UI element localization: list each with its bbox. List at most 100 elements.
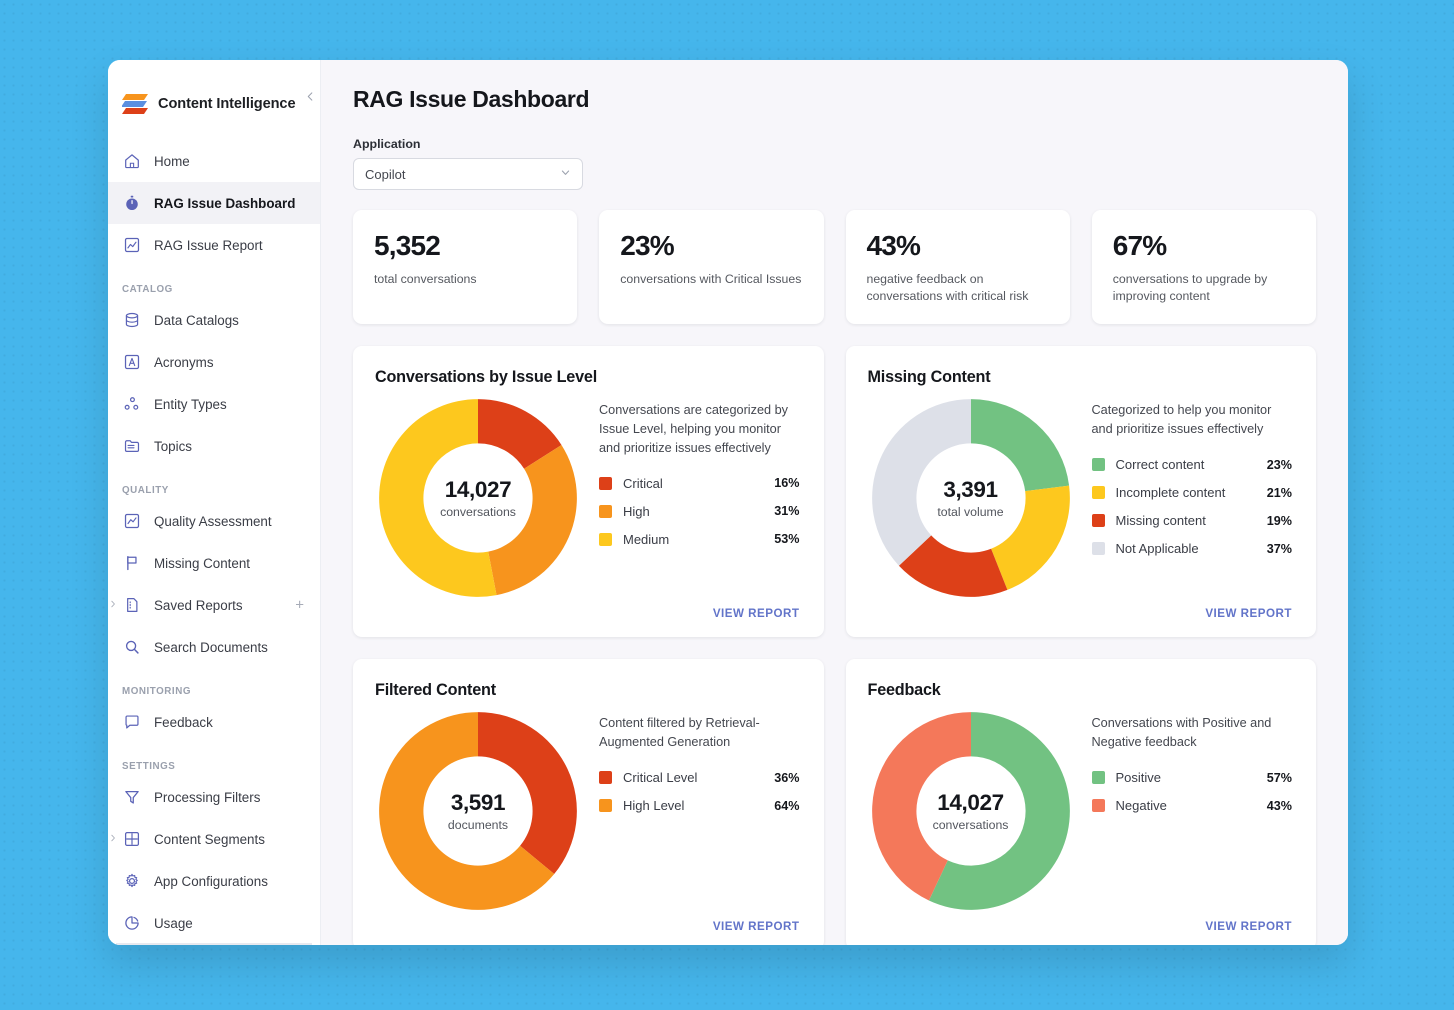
kpi-label: conversations with Critical Issues [620, 271, 802, 288]
sidebar-collapse-button[interactable] [302, 88, 318, 104]
legend-row: High31% [599, 497, 800, 525]
legend-swatch [599, 477, 612, 490]
legend-value: 23% [1267, 458, 1292, 472]
kpi-label: negative feedback on conversations with … [867, 271, 1049, 305]
sidebar-item-label: Quality Assessment [154, 514, 272, 529]
legend-label: Critical [623, 476, 774, 491]
kpi-card: 5,352 total conversations [353, 210, 577, 324]
donut-slice [478, 712, 577, 874]
view-report-link[interactable]: VIEW REPORT [713, 607, 800, 620]
app-window: Content Intelligence Home [108, 60, 1348, 945]
sidebar-item-quality-assessment[interactable]: Quality Assessment [108, 500, 320, 542]
sidebar-item-data-catalogs[interactable]: Data Catalogs [108, 299, 320, 341]
page-title: RAG Issue Dashboard [353, 86, 1348, 113]
donut-chart-conversations-by-issue-level: 14,027 conversations [375, 395, 581, 601]
sidebar-item-label: Usage [154, 916, 193, 931]
brand-name: Content Intelligence [158, 96, 295, 112]
sidebar-item-home[interactable]: Home [108, 140, 320, 182]
legend-row: Critical Level36% [599, 764, 800, 792]
application-select-value: Copilot [365, 167, 405, 182]
sidebar-item-label: Topics [154, 439, 192, 454]
sidebar-item-acronyms[interactable]: Acronyms [108, 341, 320, 383]
kpi-value: 23% [620, 231, 802, 260]
legend-value: 53% [774, 532, 799, 546]
legend-row: Not Applicable37% [1092, 535, 1293, 563]
legend-row: Critical16% [599, 469, 800, 497]
view-report-link[interactable]: VIEW REPORT [1205, 607, 1292, 620]
nodes-icon [122, 395, 141, 414]
legend-row: Incomplete content21% [1092, 479, 1293, 507]
legend-swatch [599, 533, 612, 546]
legend-label: Correct content [1116, 457, 1267, 472]
card-missing-content: Missing Content 3,391 total volume Categ… [846, 346, 1317, 637]
brand: Content Intelligence [108, 80, 320, 128]
legend-label: High [623, 504, 774, 519]
kpi-card: 67% conversations to upgrade by improvin… [1092, 210, 1316, 324]
add-saved-report-button[interactable]: + [295, 598, 304, 613]
legend-value: 16% [774, 476, 799, 490]
view-report-link[interactable]: VIEW REPORT [713, 920, 800, 933]
kpi-row: 5,352 total conversations 23% conversati… [353, 210, 1316, 324]
legend-swatch [1092, 458, 1105, 471]
stopwatch-icon [122, 194, 141, 213]
sidebar-item-content-segments[interactable]: Content Segments [108, 818, 320, 860]
kpi-value: 67% [1113, 231, 1295, 260]
kpi-label: conversations to upgrade by improving co… [1113, 271, 1295, 305]
sidebar-item-entity-types[interactable]: Entity Types [108, 383, 320, 425]
sidebar-item-search-documents[interactable]: Search Documents [108, 626, 320, 668]
donut-slice [971, 399, 1069, 491]
sidebar-item-processing-filters[interactable]: Processing Filters [108, 776, 320, 818]
sidebar-item-rag-issue-dashboard[interactable]: RAG Issue Dashboard [108, 182, 320, 224]
sidebar-item-rag-issue-report[interactable]: RAG Issue Report [108, 224, 320, 266]
legend-value: 21% [1267, 486, 1292, 500]
legend-label: Negative [1116, 798, 1267, 813]
legend-value: 37% [1267, 542, 1292, 556]
content-intelligence-logo-icon [122, 92, 148, 116]
legend-row: Negative43% [1092, 792, 1293, 820]
sidebar-item-label: Search Documents [154, 640, 268, 655]
application-select[interactable]: Copilot [353, 158, 583, 190]
legend-label: Missing content [1116, 513, 1267, 528]
legend-swatch [599, 771, 612, 784]
speech-bubble-icon [122, 713, 141, 732]
legend-label: Critical Level [623, 770, 774, 785]
sidebar-item-label: Missing Content [154, 556, 250, 571]
sidebar-bottom-divider [116, 943, 312, 945]
donut-slice [872, 399, 971, 566]
sidebar-item-label: Saved Reports [154, 598, 243, 613]
sidebar: Content Intelligence Home [108, 60, 321, 945]
card-description: Conversations with Positive and Negative… [1092, 714, 1293, 751]
sidebar-item-label: Home [154, 154, 190, 169]
kpi-value: 5,352 [374, 231, 556, 260]
sidebar-item-missing-content[interactable]: Missing Content [108, 542, 320, 584]
sidebar-item-saved-reports[interactable]: Saved Reports + [108, 584, 320, 626]
kpi-card: 43% negative feedback on conversations w… [846, 210, 1070, 324]
letter-a-icon [122, 353, 141, 372]
sidebar-item-topics[interactable]: Topics [108, 425, 320, 467]
sidebar-section-monitoring: MONITORING [108, 668, 320, 701]
card-title: Filtered Content [375, 681, 800, 700]
sidebar-item-label: Data Catalogs [154, 313, 239, 328]
sidebar-item-usage[interactable]: Usage [108, 902, 320, 944]
card-title: Feedback [868, 681, 1293, 700]
sidebar-item-app-configurations[interactable]: App Configurations [108, 860, 320, 902]
sidebar-item-feedback[interactable]: Feedback [108, 701, 320, 743]
chevron-right-icon[interactable] [109, 600, 117, 610]
legend-value: 57% [1267, 771, 1292, 785]
database-icon [122, 311, 141, 330]
legend: Conversations are categorized by Issue L… [591, 395, 800, 601]
card-description: Categorized to help you monitor and prio… [1092, 401, 1293, 438]
sidebar-nav: Home RAG Issue Dashboard [108, 140, 320, 944]
legend-swatch [1092, 486, 1105, 499]
card-title: Missing Content [868, 368, 1293, 387]
chevron-down-icon [560, 167, 571, 181]
pie-usage-icon [122, 914, 141, 933]
legend-value: 64% [774, 799, 799, 813]
chevron-right-icon[interactable] [109, 834, 117, 844]
legend-label: Incomplete content [1116, 485, 1267, 500]
sidebar-item-label: RAG Issue Report [154, 238, 263, 253]
legend-swatch [1092, 514, 1105, 527]
view-report-link[interactable]: VIEW REPORT [1205, 920, 1292, 933]
sidebar-section-catalog: CATALOG [108, 266, 320, 299]
card-description: Conversations are categorized by Issue L… [599, 401, 800, 457]
